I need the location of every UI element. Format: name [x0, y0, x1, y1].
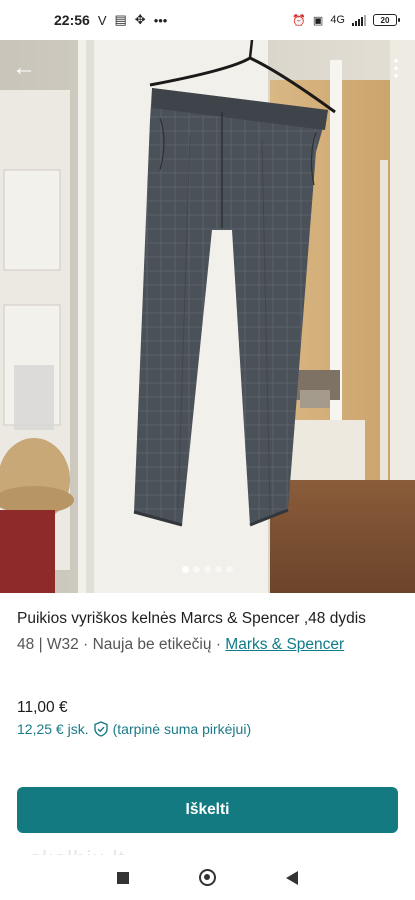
status-bar: 22:56 V ▤ ✥ ••• ⏰ ▣ 4G 20: [0, 0, 415, 40]
system-nav-bar: [0, 855, 415, 900]
gallery-dots: [0, 566, 415, 573]
back-arrow-icon[interactable]: ←: [10, 54, 38, 82]
home-icon[interactable]: [199, 869, 216, 886]
more-dots-icon: •••: [153, 12, 168, 28]
grid-icon: ✥: [134, 12, 146, 27]
meta-dot: ·: [83, 636, 89, 653]
alarm-icon: ⏰: [292, 14, 306, 27]
shield-check-icon: [93, 721, 108, 737]
gallery-dot[interactable]: [182, 566, 189, 573]
price-incl: 12,25 € jsk.: [17, 721, 89, 737]
volte-icon: ▣: [312, 14, 324, 27]
meta-dot: ·: [215, 636, 221, 653]
listing-meta: 48 | W32 · Nauja be etikečių · Marks & S…: [17, 634, 402, 656]
listing-photo[interactable]: [0, 40, 415, 593]
listing-info: Puikios vyriškos kelnės Marcs & Spencer …: [17, 608, 402, 656]
bump-listing-button[interactable]: Iškelti: [17, 787, 398, 833]
listing-waist: W32: [46, 636, 79, 653]
signal-label: 4G: [330, 14, 345, 26]
listing-condition: Nauja be etikečių: [92, 636, 212, 653]
more-options-icon[interactable]: ⋮: [385, 54, 407, 82]
recents-icon[interactable]: [117, 871, 129, 884]
v-icon: V: [97, 12, 107, 28]
brand-link[interactable]: Marks & Spencer: [225, 636, 344, 653]
battery-icon: 20: [373, 14, 400, 26]
gallery-dot[interactable]: [204, 566, 211, 573]
gallery-dot[interactable]: [226, 566, 233, 573]
gallery-dot[interactable]: [193, 566, 200, 573]
calendar-icon: ▤: [114, 12, 127, 27]
listing-price: 11,00 €: [17, 699, 68, 716]
trousers-photo: [0, 40, 415, 593]
gallery-dot[interactable]: [215, 566, 222, 573]
listing-title: Puikios vyriškos kelnės Marcs & Spencer …: [17, 610, 366, 627]
meta-separator: |: [38, 636, 43, 653]
price-incl-note: (tarpinė suma pirkėjui): [112, 721, 252, 737]
price-incl-row[interactable]: 12,25 € jsk. (tarpinė suma pirkėjui): [17, 721, 251, 737]
status-time: 22:56: [54, 12, 90, 28]
battery-level: 20: [380, 15, 390, 25]
signal-icon: [352, 14, 366, 26]
system-back-icon[interactable]: [286, 870, 298, 885]
listing-size: 48: [17, 636, 35, 653]
